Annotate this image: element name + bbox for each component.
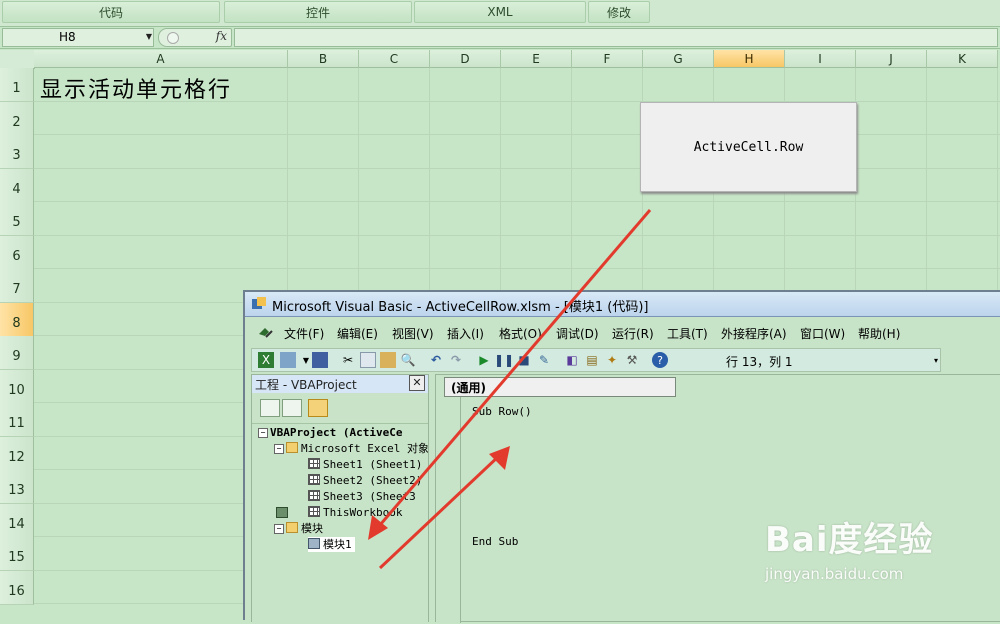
arrow-from-module-to-code [378, 446, 510, 570]
watermark-logo: Bai度经验 [765, 520, 934, 560]
watermark: Bai度经验 jingyan.baidu.com [765, 512, 995, 612]
arrow-from-button-to-module [368, 209, 652, 540]
watermark-url: jingyan.baidu.com [765, 565, 904, 583]
